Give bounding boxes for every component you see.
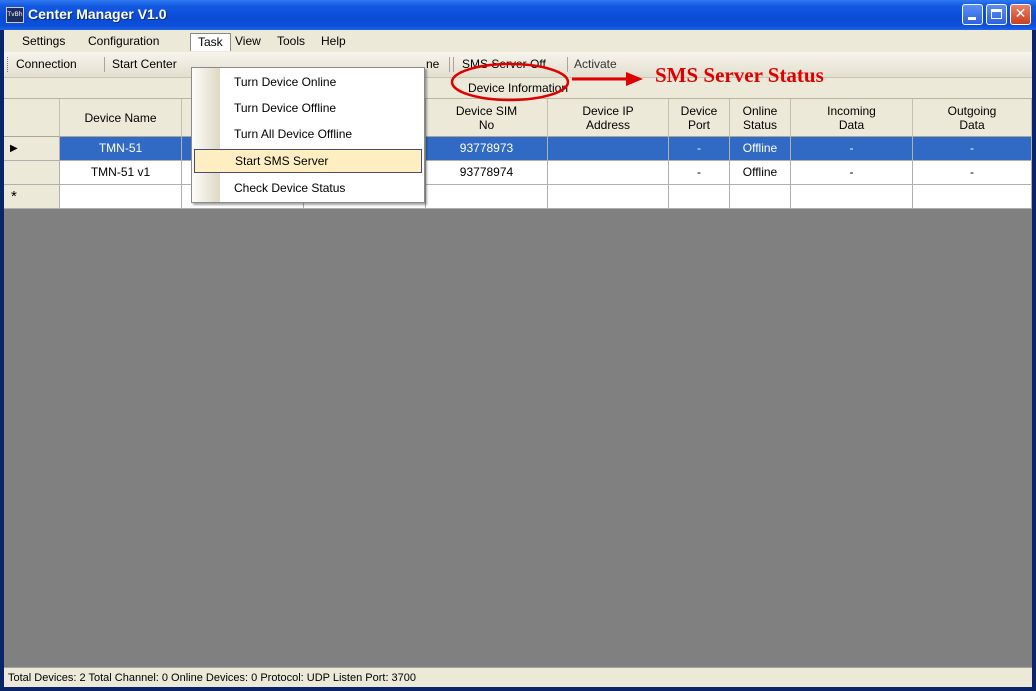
- sms-server-button[interactable]: SMS Server Off: [462, 56, 546, 73]
- column-header[interactable]: Device Port: [669, 99, 730, 137]
- cell-device-port[interactable]: [669, 185, 730, 209]
- row-indicator[interactable]: [4, 161, 60, 185]
- start-center-button[interactable]: Start Center: [112, 56, 177, 73]
- close-button[interactable]: ✕: [1010, 4, 1031, 25]
- toolbar-separator: [449, 57, 450, 72]
- cell-incoming-data[interactable]: -: [791, 161, 913, 185]
- menu-item-turn-all-device-offline[interactable]: Turn All Device Offline: [192, 122, 424, 146]
- app-window: TvBh Center Manager V1.0 ✕ Settings Conf…: [0, 0, 1036, 691]
- toolbar-hidden-button[interactable]: ne: [426, 56, 439, 73]
- cell-device-ip[interactable]: [548, 161, 669, 185]
- row-header-corner[interactable]: [4, 99, 60, 137]
- cell-online-status[interactable]: Offline: [730, 137, 791, 161]
- cell-incoming-data[interactable]: [791, 185, 913, 209]
- cell-device-name[interactable]: TMN-51 v1: [60, 161, 182, 185]
- menu-task[interactable]: Task: [190, 33, 231, 51]
- client-area: Settings Configuration Task View Tools H…: [4, 30, 1032, 687]
- device-grid: ▶ TMN-51 93778973 - Offline - - TMN-51 v…: [4, 137, 1032, 677]
- new-row-asterisk-icon[interactable]: *: [4, 185, 60, 209]
- cell-incoming-data[interactable]: -: [791, 137, 913, 161]
- minimize-button[interactable]: [962, 4, 983, 25]
- cell-device-port[interactable]: -: [669, 161, 730, 185]
- maximize-button[interactable]: [986, 4, 1007, 25]
- table-row-new[interactable]: *: [4, 185, 1032, 209]
- table-row[interactable]: ▶ TMN-51 93778973 - Offline - -: [4, 137, 1032, 161]
- cell-device-name[interactable]: [60, 185, 182, 209]
- column-header[interactable]: Online Status: [730, 99, 791, 137]
- app-logo-icon: TvBh: [6, 7, 24, 23]
- menu-help[interactable]: Help: [314, 33, 353, 51]
- task-dropdown-menu: Turn Device Online Turn Device Offline T…: [191, 67, 425, 203]
- column-header[interactable]: Outgoing Data: [913, 99, 1032, 137]
- grid-header: Device Name Device SIM No Device IP Addr…: [4, 99, 1032, 137]
- menu-view[interactable]: View: [228, 33, 268, 51]
- cell-outgoing-data[interactable]: -: [913, 137, 1032, 161]
- menu-configuration[interactable]: Configuration: [81, 33, 166, 51]
- toolbar-grip[interactable]: [7, 57, 11, 72]
- cell-outgoing-data[interactable]: [913, 185, 1032, 209]
- row-indicator-icon[interactable]: ▶: [4, 137, 60, 161]
- menu-bar: Settings Configuration Task View Tools H…: [4, 30, 1032, 52]
- column-header[interactable]: Device Name: [60, 99, 182, 137]
- grid-title: Device Information: [4, 78, 1032, 99]
- menu-tools[interactable]: Tools: [270, 33, 312, 51]
- cell-online-status[interactable]: [730, 185, 791, 209]
- cell-device-sim[interactable]: 93778974: [426, 161, 548, 185]
- cell-outgoing-data[interactable]: -: [913, 161, 1032, 185]
- toolbar: Connection Start Center ne SMS Server Of…: [4, 52, 1032, 78]
- menu-item-check-device-status[interactable]: Check Device Status: [192, 176, 424, 200]
- cell-device-ip[interactable]: [548, 137, 669, 161]
- cell-device-sim[interactable]: [426, 185, 548, 209]
- toolbar-separator: [567, 57, 568, 72]
- menu-settings[interactable]: Settings: [15, 33, 72, 51]
- column-header[interactable]: Incoming Data: [791, 99, 913, 137]
- cell-device-name[interactable]: TMN-51: [60, 137, 182, 161]
- cell-device-sim[interactable]: 93778973: [426, 137, 548, 161]
- column-header[interactable]: Device IP Address: [548, 99, 669, 137]
- menu-item-turn-device-online[interactable]: Turn Device Online: [192, 70, 424, 94]
- activate-button[interactable]: Activate: [574, 56, 617, 73]
- title-bar[interactable]: TvBh Center Manager V1.0 ✕: [0, 0, 1036, 30]
- connection-button[interactable]: Connection: [16, 56, 77, 73]
- toolbar-separator: [104, 57, 105, 72]
- toolbar-separator: [453, 57, 454, 72]
- menu-item-start-sms-server[interactable]: Start SMS Server: [194, 149, 422, 173]
- cell-device-port[interactable]: -: [669, 137, 730, 161]
- status-bar: Total Devices: 2 Total Channel: 0 Online…: [4, 667, 1032, 687]
- close-icon: ✕: [1014, 6, 1027, 22]
- cell-device-ip[interactable]: [548, 185, 669, 209]
- table-row[interactable]: TMN-51 v1 20081010 tcam 93778974 - Offli…: [4, 161, 1032, 185]
- column-header[interactable]: Device SIM No: [426, 99, 548, 137]
- annotation-label: SMS Server Status: [655, 63, 824, 87]
- menu-item-turn-device-offline[interactable]: Turn Device Offline: [192, 96, 424, 120]
- window-title: Center Manager V1.0: [28, 6, 167, 22]
- cell-online-status[interactable]: Offline: [730, 161, 791, 185]
